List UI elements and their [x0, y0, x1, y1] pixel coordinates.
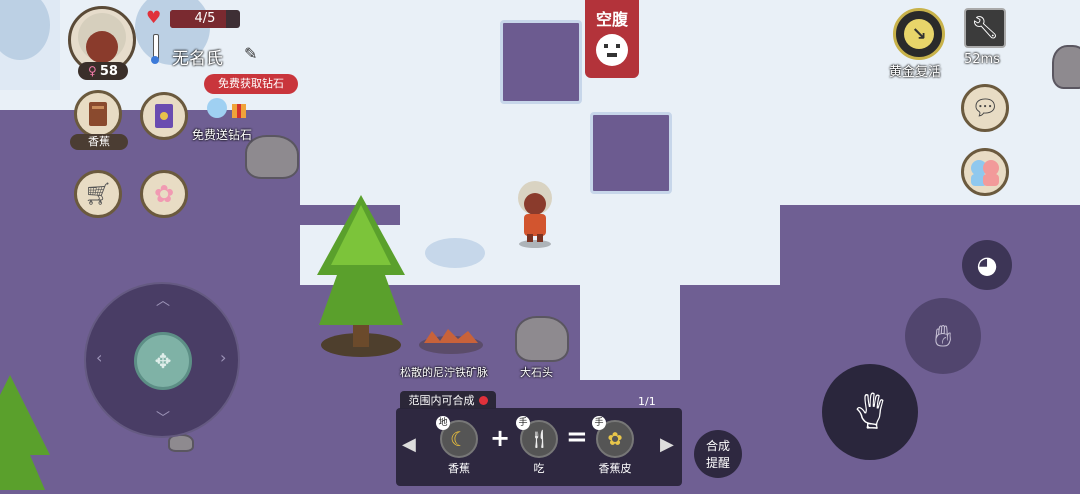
chat-button[interactable]: 💬︎ — [961, 84, 1009, 132]
sakura-icon: ✿ — [153, 180, 175, 208]
rock-icon — [245, 135, 299, 179]
social-button[interactable] — [961, 148, 1009, 196]
ground-tag: 地 — [436, 416, 450, 430]
hungry-face-icon — [596, 34, 628, 66]
craft-next-icon[interactable]: ▶ — [660, 434, 674, 455]
chat-bubble-icon: 💬︎ — [971, 95, 999, 121]
settings-button[interactable]: 🔧︎ — [964, 8, 1006, 48]
banana-icon: ☾ — [450, 427, 468, 451]
hand-pickup-icon: ✋︎ — [934, 318, 952, 354]
fork-knife-icon: 🍴︎ — [527, 428, 551, 450]
pine-tree-icon[interactable] — [315, 195, 407, 360]
wrench-icon: 🔧︎ — [971, 15, 999, 41]
craft-header-text: 范围内可合成 — [408, 394, 475, 407]
golden-revive-button[interactable]: ↘ — [893, 8, 945, 60]
puddle-icon — [425, 238, 485, 268]
emote-button[interactable]: ◕ — [962, 240, 1012, 290]
craft-page: 1/1 — [638, 395, 656, 408]
thermometer-icon — [151, 34, 159, 64]
craft-prev-icon[interactable]: ◀ — [402, 434, 416, 455]
banana-item-button[interactable] — [74, 90, 122, 138]
tool-eat-label: 吃 — [533, 462, 545, 475]
player-character — [510, 178, 560, 248]
hunger-status: 空腹 — [585, 0, 639, 78]
plus-sign: + — [490, 424, 511, 452]
tree-icon — [0, 375, 50, 490]
craft-remind-line2: 提醒 — [705, 456, 730, 470]
joystick-up-icon: ︿ — [156, 293, 170, 309]
joystick-knob[interactable]: ✥ — [134, 332, 192, 390]
hunger-text: 空腹 — [595, 10, 628, 29]
purple-book-icon — [155, 104, 173, 128]
spellbook-button[interactable] — [140, 92, 188, 140]
iron-vein-label: 松散的尼泞铁矿脉 — [400, 366, 488, 379]
ice-hole-mid — [590, 112, 672, 194]
big-rock-label: 大石头 — [520, 366, 553, 379]
iron-vein-icon[interactable] — [418, 325, 484, 355]
snow-path-down — [580, 280, 680, 380]
chomp-face-icon: ◕ — [976, 251, 998, 279]
snow-ledge-left — [300, 100, 400, 210]
free-gift-button[interactable] — [202, 96, 252, 126]
flower-button[interactable]: ✿ — [140, 170, 188, 218]
edit-name-icon[interactable]: ✎ — [244, 44, 257, 63]
friends-icon — [971, 160, 999, 186]
craft-tool-eat[interactable]: 🍴︎ 手 吃 — [516, 416, 562, 480]
female-icon: ♀ — [88, 64, 97, 78]
craft-remind-line1: 合成 — [705, 439, 730, 453]
craft-header: 范围内可合成 — [400, 391, 496, 409]
craft-result-peel[interactable]: ✿ 手 香蕉皮 — [590, 416, 640, 480]
ice-hole-top — [500, 20, 582, 104]
hand-tag: 手 — [516, 416, 530, 430]
cart-icon: 🛒︎ — [84, 181, 112, 207]
craft-bar: ◀ ▶ ☾ 地 香蕉 + 🍴︎ 手 吃 = ✿ 手 香蕉皮 — [396, 408, 682, 486]
ping-value: 52ms — [964, 52, 1000, 67]
craft-ingredient-banana[interactable]: ☾ 地 香蕉 — [436, 416, 482, 480]
free-gift-label: 免费送钻石 — [192, 128, 253, 142]
joystick-down-icon: ﹀ — [156, 411, 170, 427]
craft-remind-button[interactable]: 合成 提醒 — [694, 430, 742, 478]
health-text: 4/5 — [194, 11, 216, 26]
joystick-left-icon: ‹ — [96, 348, 103, 367]
pickup-button[interactable]: ✋︎ — [905, 298, 981, 374]
book-brown-icon — [89, 102, 107, 126]
free-diamond-badge-text: 免费获取钻石 — [218, 77, 284, 90]
result-peel-label: 香蕉皮 — [598, 462, 632, 475]
hand-tag: 手 — [592, 416, 606, 430]
snow-field-right — [770, 100, 1080, 205]
ghost-gift-icon — [207, 98, 246, 118]
joystick[interactable]: ︿ ﹀ ‹ › ✥ — [84, 282, 240, 438]
heart-icon: ♥ — [146, 8, 162, 28]
player-level: 58 — [99, 63, 118, 79]
level-badge: ♀ 58 — [78, 62, 128, 80]
arrow-down-right-icon: ↘ — [904, 19, 934, 49]
shop-button[interactable]: 🛒︎ — [74, 170, 122, 218]
health-bar: 4/5 — [170, 10, 240, 28]
rock-icon — [1052, 45, 1080, 89]
banana-label: 香蕉 — [88, 135, 110, 148]
banana-label-bg: 香蕉 — [70, 134, 128, 150]
hand-throw-icon: 🖐︎ — [855, 389, 885, 435]
banana-peel-icon: ✿ — [607, 428, 623, 450]
red-dot-icon — [478, 395, 488, 405]
big-rock-icon[interactable] — [515, 316, 569, 362]
equals-sign: = — [566, 422, 588, 452]
golden-revive-label: 黄金复活 — [889, 65, 942, 80]
joystick-right-icon: › — [220, 348, 227, 367]
free-diamond-badge[interactable]: 免费获取钻石 — [204, 74, 298, 94]
interact-button[interactable]: 🖐︎ — [822, 364, 918, 460]
player-name: 无名氏 — [172, 49, 223, 69]
ingredient-banana-label: 香蕉 — [448, 462, 470, 475]
